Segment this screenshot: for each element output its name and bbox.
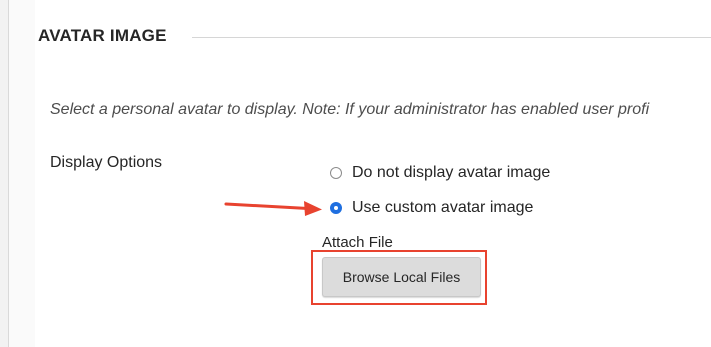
panel-gutter [9,0,35,347]
radio-label-no-avatar: Do not display avatar image [352,164,551,181]
section-divider [192,37,711,38]
radio-label-custom-avatar: Use custom avatar image [352,199,534,216]
section-title: AVATAR IMAGE [38,26,167,45]
attach-file-label: Attach File [322,234,393,251]
radio-button-custom-avatar[interactable] [330,202,342,214]
radio-option-custom-avatar[interactable]: Use custom avatar image [330,197,533,219]
instructions-text: Select a personal avatar to display. Not… [50,101,650,118]
browse-local-files-button[interactable]: Browse Local Files [322,257,481,297]
radio-button-no-avatar[interactable] [330,167,342,179]
arrow-right-icon [224,201,322,216]
radio-option-no-avatar[interactable]: Do not display avatar image [330,162,550,184]
display-options-label: Display Options [50,154,163,171]
